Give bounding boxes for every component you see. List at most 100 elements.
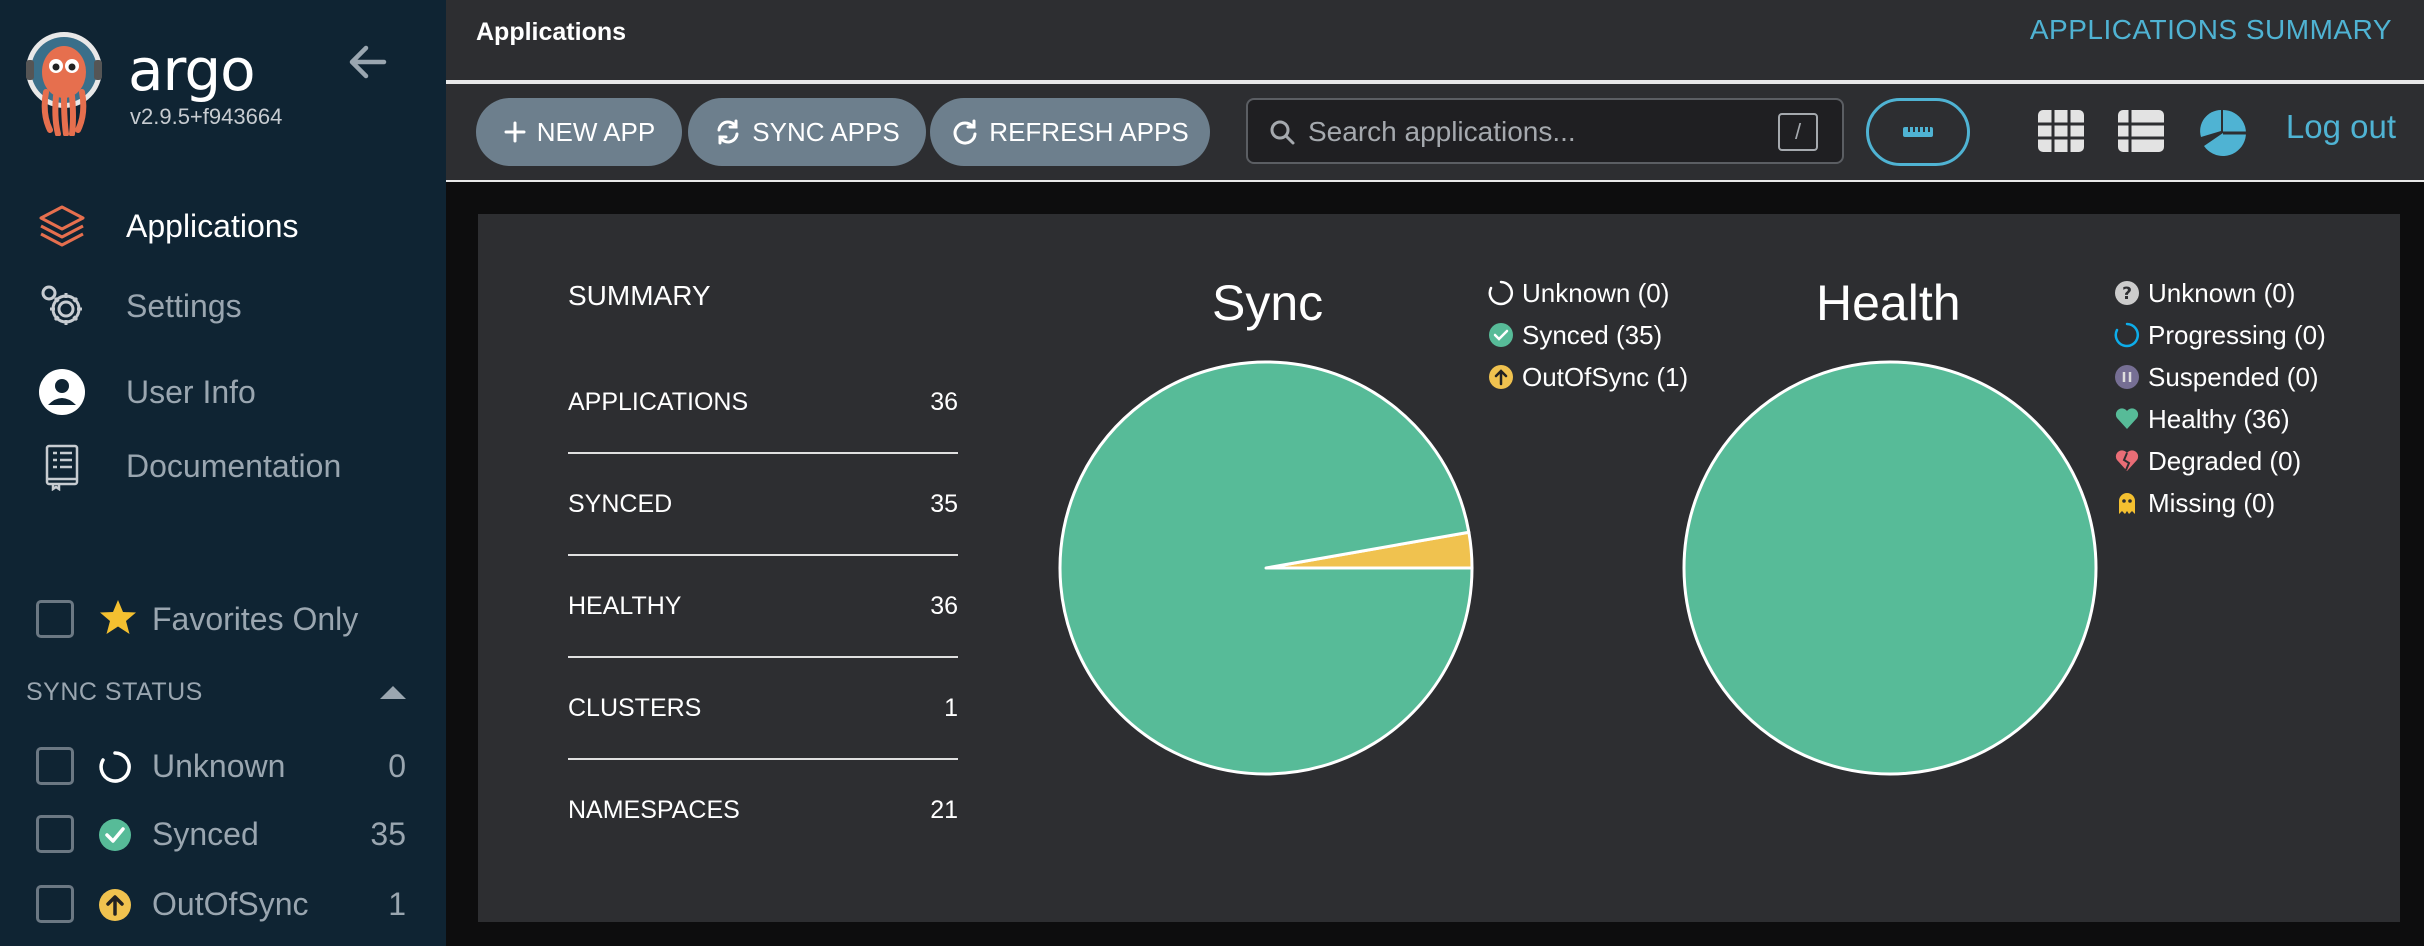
refresh-icon: [953, 119, 977, 145]
health-chart-legend: ? Unknown (0) Progressing (0) Suspended …: [2114, 272, 2326, 524]
question-circle-icon: ?: [2115, 281, 2139, 305]
sync-filter-synced[interactable]: Synced 35: [36, 812, 406, 856]
brand-name: argo: [128, 36, 256, 104]
sync-status-heading: SYNC STATUS: [26, 678, 203, 706]
sidebar-item-label: Settings: [126, 287, 242, 324]
summary-row-value: 21: [930, 796, 958, 824]
sync-filter-count: 0: [388, 748, 406, 784]
legend-label: Suspended (0): [2148, 361, 2319, 392]
legend-item-synced: Synced (35): [1488, 314, 1688, 356]
legend-label: Unknown (0): [1522, 277, 1670, 308]
collapse-sidebar-arrow-icon[interactable]: [346, 40, 390, 84]
circle-notch-icon: [2114, 322, 2140, 348]
legend-label: Synced (35): [1522, 319, 1663, 350]
legend-item-unknown: Unknown (0): [1488, 272, 1688, 314]
sync-apps-label: SYNC APPS: [752, 116, 900, 147]
list-view-icon[interactable]: [2116, 108, 2166, 154]
sync-filter-outofsync[interactable]: OutOfSync 1: [36, 882, 406, 926]
pie-slice-synced[interactable]: [1058, 360, 1474, 776]
sync-filter-checkbox[interactable]: [36, 747, 74, 785]
summary-row-label: APPLICATIONS: [568, 388, 749, 416]
sidebar-item-applications[interactable]: Applications: [36, 196, 436, 256]
legend-label: Unknown (0): [2148, 277, 2296, 308]
argo-logo-icon[interactable]: [24, 30, 104, 136]
ruler-icon: [1903, 127, 1933, 137]
svg-text:?: ?: [2122, 284, 2132, 304]
caret-up-icon[interactable]: [378, 683, 408, 701]
legend-item-missing: Missing (0): [2114, 482, 2326, 524]
sidebar-item-label: Applications: [126, 207, 299, 244]
summary-row-label: NAMESPACES: [568, 796, 740, 824]
stack-icon: [36, 200, 88, 252]
star-icon: [100, 600, 136, 634]
user-icon: [36, 366, 88, 418]
search-box[interactable]: /: [1246, 98, 1844, 164]
favorites-only-filter[interactable]: Favorites Only: [36, 597, 358, 641]
heart-icon: [2115, 408, 2139, 429]
legend-item-unknown: ? Unknown (0): [2114, 272, 2326, 314]
summary-panel: SUMMARY APPLICATIONS 36 SYNCED 35 HEALTH…: [478, 214, 2400, 922]
legend-item-suspended: Suspended (0): [2114, 356, 2326, 398]
check-circle-icon: [1489, 323, 1513, 347]
summary-row-value: 36: [930, 388, 958, 416]
sidebar-item-documentation[interactable]: Documentation: [36, 436, 436, 496]
summary-row: HEALTHY 36: [568, 556, 958, 658]
logout-link[interactable]: Log out: [2286, 108, 2396, 146]
summary-row: SYNCED 35: [568, 454, 958, 556]
favorites-checkbox[interactable]: [36, 600, 74, 638]
summary-row: NAMESPACES 21: [568, 760, 958, 862]
divider: [446, 180, 2424, 182]
gear-icon: [36, 280, 88, 332]
check-circle-icon: [99, 819, 131, 851]
sync-filter-unknown[interactable]: Unknown 0: [36, 744, 406, 788]
legend-label: Progressing (0): [2148, 319, 2326, 350]
summary-row-value: 36: [930, 592, 958, 620]
toolbar: NEW APP SYNC APPS REFRESH APPS / Log out: [446, 84, 2424, 180]
sync-icon: [717, 119, 739, 145]
legend-item-degraded: Degraded (0): [2114, 440, 2326, 482]
sync-filter-checkbox[interactable]: [36, 815, 74, 853]
sync-chart-title: Sync: [1212, 275, 1324, 331]
sidebar-item-label: User Info: [126, 373, 256, 410]
pie-chart-view-icon[interactable]: [2198, 108, 2248, 158]
sidebar-item-user-info[interactable]: User Info: [36, 362, 436, 422]
sidebar-item-settings[interactable]: Settings: [36, 276, 436, 336]
circle-notch-icon: [99, 751, 131, 783]
book-icon: [36, 440, 88, 492]
summary-row: APPLICATIONS 36: [568, 352, 958, 454]
sync-chart-legend: Unknown (0) Synced (35) OutOfSync (1): [1488, 272, 1688, 398]
new-app-label: NEW APP: [536, 116, 656, 147]
search-icon: [1270, 120, 1295, 145]
sync-filter-label: Unknown: [152, 748, 286, 784]
legend-label: Degraded (0): [2148, 445, 2302, 476]
heart-broken-icon: [2115, 450, 2139, 471]
sync-filter-checkbox[interactable]: [36, 885, 74, 923]
health-pie-chart: [1682, 360, 2098, 776]
new-app-button[interactable]: NEW APP: [476, 98, 682, 166]
summary-row-value: 1: [944, 694, 958, 722]
ruler-toggle-button[interactable]: [1866, 98, 1970, 166]
legend-label: OutOfSync (1): [1522, 361, 1689, 392]
legend-label: Missing (0): [2148, 487, 2276, 518]
refresh-apps-button[interactable]: REFRESH APPS: [930, 98, 1210, 166]
legend-item-healthy: Healthy (36): [2114, 398, 2326, 440]
sync-apps-button[interactable]: SYNC APPS: [688, 98, 926, 166]
summary-row-label: HEALTHY: [568, 592, 682, 620]
sync-pie-chart: [1058, 360, 1474, 776]
circle-notch-icon: [1488, 280, 1514, 306]
summary-row-label: SYNCED: [568, 490, 673, 518]
applications-summary-title: APPLICATIONS SUMMARY: [2029, 14, 2392, 45]
legend-item-outofsync: OutOfSync (1): [1488, 356, 1688, 398]
sync-filter-label: OutOfSync: [152, 886, 309, 922]
sync-filter-count: 1: [388, 886, 406, 922]
sidebar-item-label: Documentation: [126, 447, 342, 484]
sync-filter-label: Synced: [152, 816, 259, 852]
favorites-label: Favorites Only: [152, 600, 359, 637]
summary-row-label: CLUSTERS: [568, 694, 702, 722]
tiles-view-icon[interactable]: [2036, 108, 2086, 154]
arrow-up-circle-icon: [1489, 365, 1513, 389]
search-input[interactable]: [1308, 112, 1768, 152]
pause-circle-icon: [2115, 365, 2139, 389]
legend-label: Healthy (36): [2148, 403, 2290, 434]
pie-slice-healthy[interactable]: [1682, 360, 2098, 776]
